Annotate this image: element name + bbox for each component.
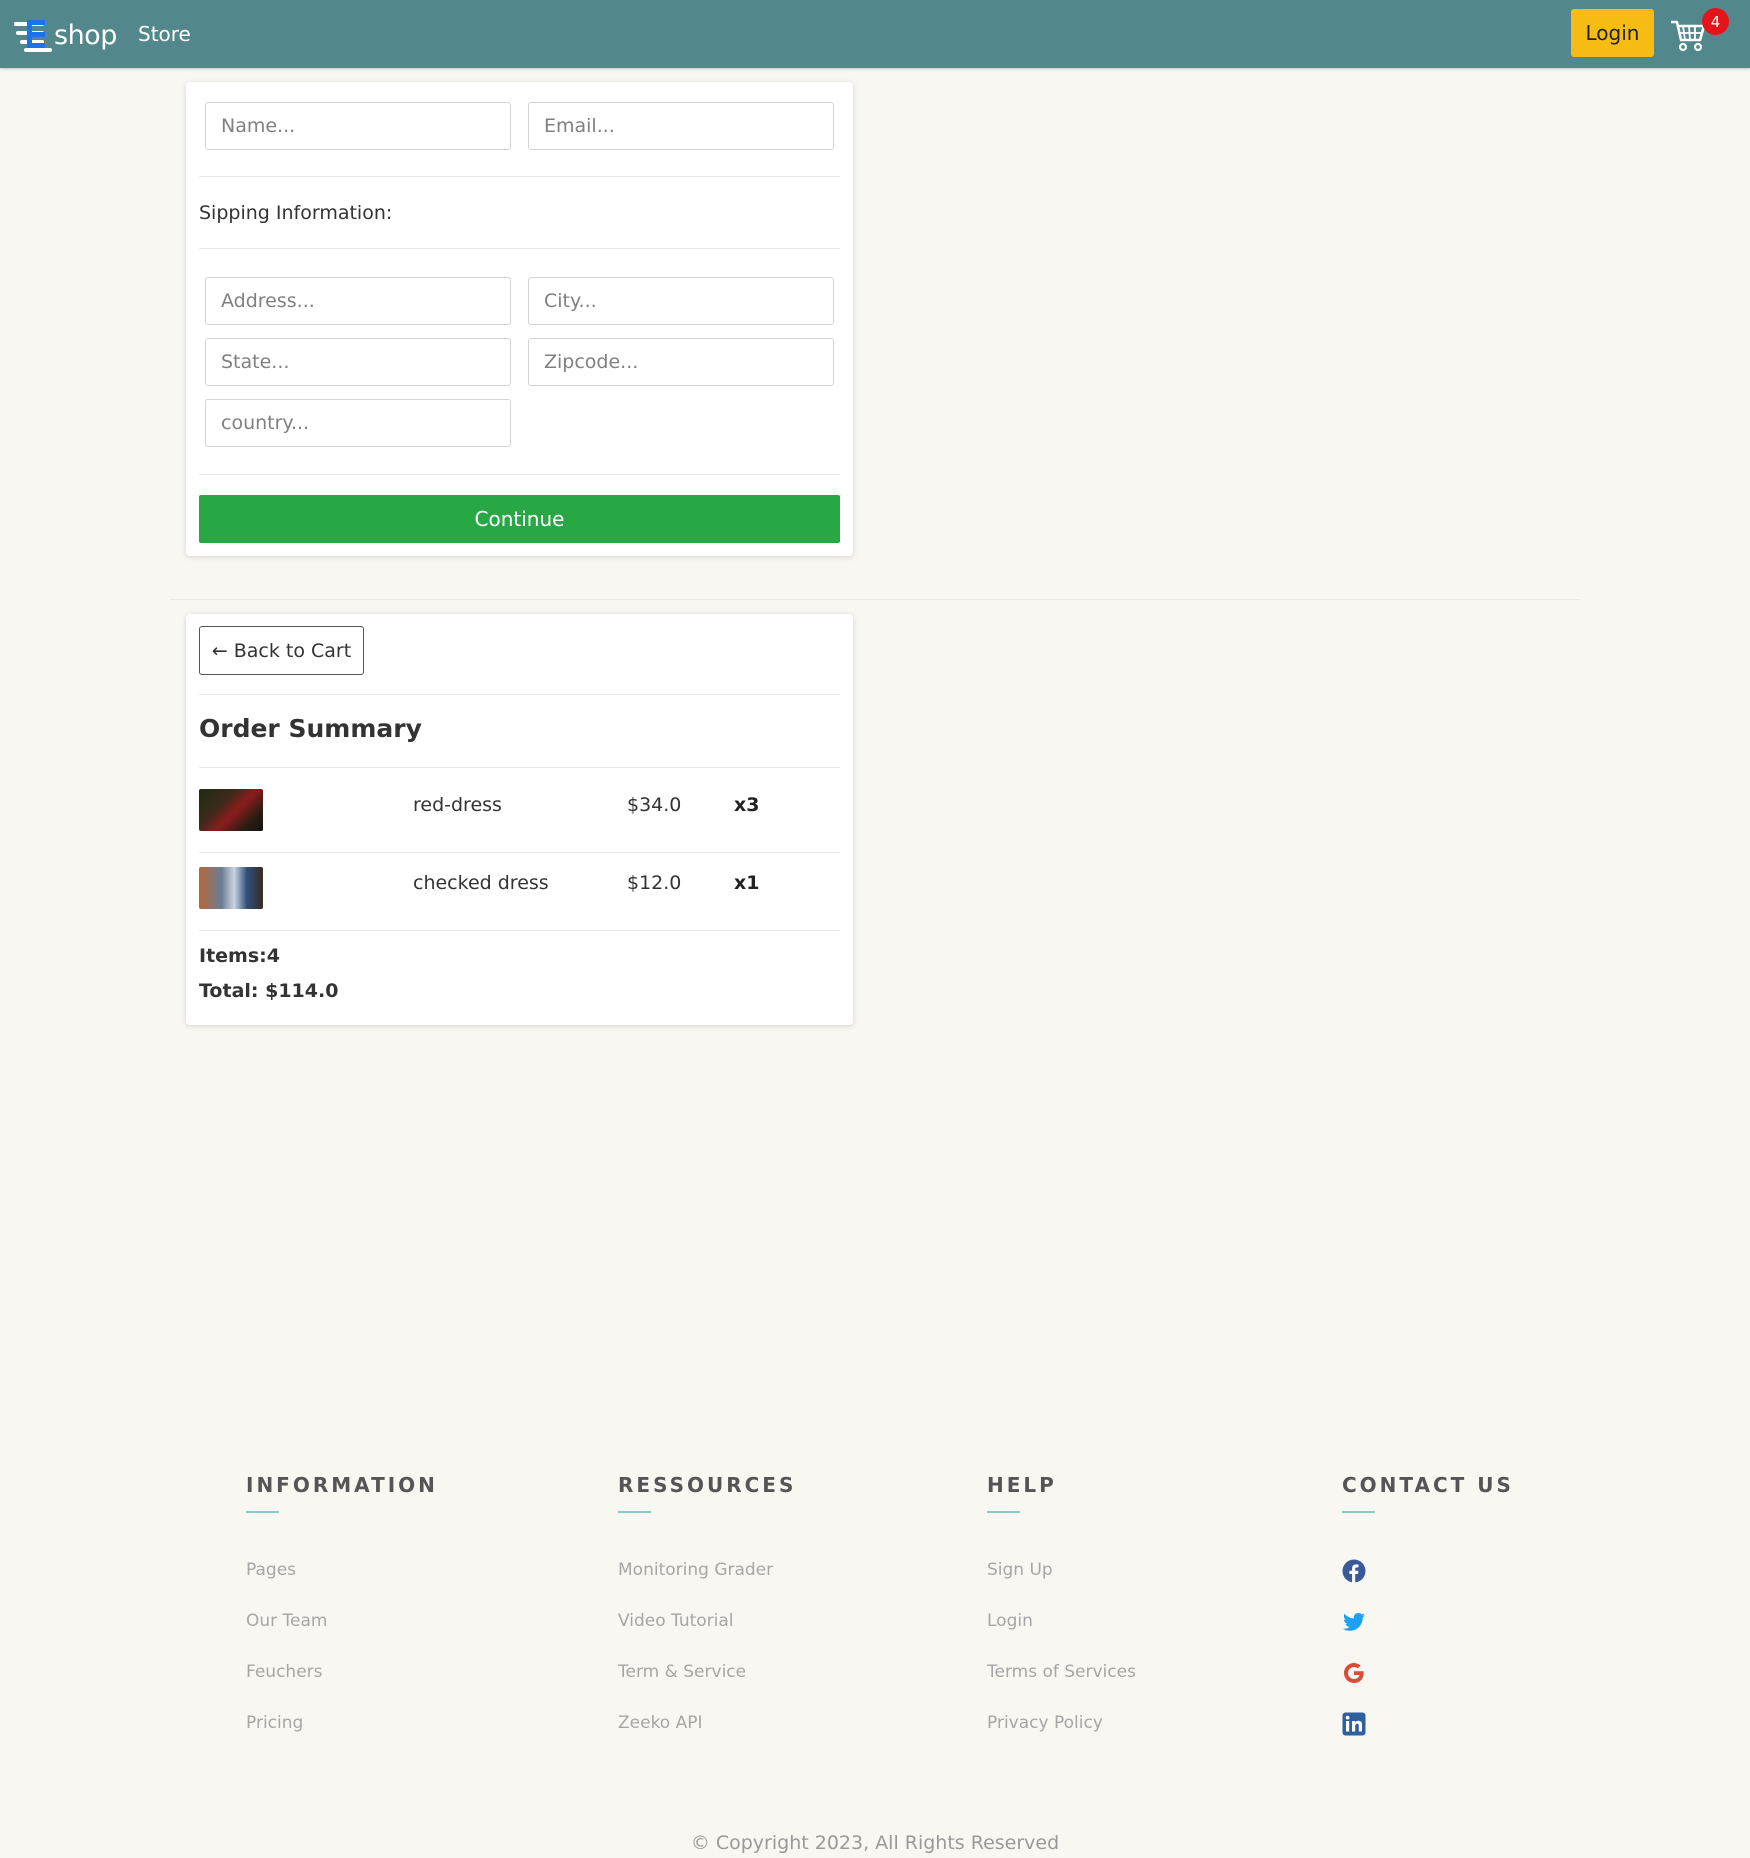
summary-divider	[199, 852, 840, 853]
footer-link-feuchers[interactable]: Feuchers	[246, 1662, 323, 1682]
summary-divider	[199, 930, 840, 931]
city-input[interactable]	[528, 277, 834, 325]
heading-underline	[246, 1511, 279, 1513]
state-input[interactable]	[205, 338, 511, 386]
brand-name: shop	[54, 19, 117, 51]
product-quantity: x1	[734, 872, 760, 894]
product-quantity: x3	[734, 794, 760, 816]
footer-link-terms-of-services[interactable]: Terms of Services	[987, 1662, 1136, 1682]
footer-link-pages[interactable]: Pages	[246, 1560, 296, 1580]
country-input[interactable]	[205, 399, 511, 447]
checkout-form-card: Sipping Information: Continue	[186, 82, 853, 556]
product-price: $34.0	[627, 794, 682, 816]
linkedin-icon[interactable]	[1342, 1712, 1366, 1736]
footer-link-monitoring-grader[interactable]: Monitoring Grader	[618, 1560, 773, 1580]
items-count: Items:4	[199, 945, 280, 967]
order-total: Total: $114.0	[199, 980, 339, 1002]
email-input[interactable]	[528, 102, 834, 150]
zipcode-input[interactable]	[528, 338, 834, 386]
footer-link-video-tutorial[interactable]: Video Tutorial	[618, 1611, 734, 1631]
footer-link-sign-up[interactable]: Sign Up	[987, 1560, 1053, 1580]
footer-link-our-team[interactable]: Our Team	[246, 1611, 327, 1631]
eshop-logo-icon	[14, 18, 52, 52]
product-name: red-dress	[413, 794, 502, 816]
google-icon[interactable]	[1342, 1661, 1366, 1685]
form-divider	[199, 474, 840, 475]
navbar: shop Store Login 4	[0, 0, 1750, 68]
cart-count-badge: 4	[1702, 8, 1729, 35]
heading-underline	[987, 1511, 1020, 1513]
heading-underline	[618, 1511, 651, 1513]
summary-divider	[199, 767, 840, 768]
footer-link-pricing[interactable]: Pricing	[246, 1713, 303, 1733]
cart-icon[interactable]	[1670, 18, 1706, 52]
back-to-cart-button[interactable]: ← Back to Cart	[199, 626, 364, 675]
footer-heading-ressources: RESSOURCES	[618, 1473, 797, 1497]
nav-store-link[interactable]: Store	[138, 22, 191, 46]
footer-heading-contact-us: CONTACT US	[1342, 1473, 1514, 1497]
summary-divider	[199, 694, 840, 695]
name-input[interactable]	[205, 102, 511, 150]
facebook-icon[interactable]	[1342, 1559, 1366, 1583]
order-summary-title: Order Summary	[199, 714, 422, 743]
footer-heading-help: HELP	[987, 1473, 1057, 1497]
order-summary-card: ← Back to Cart Order Summary red-dress $…	[186, 614, 853, 1025]
address-input[interactable]	[205, 277, 511, 325]
brand-logo[interactable]: shop	[14, 16, 117, 54]
product-price: $12.0	[627, 872, 682, 894]
copyright-text: © Copyright 2023, All Rights Reserved	[690, 1832, 1060, 1854]
product-name: checked dress	[413, 872, 549, 894]
section-divider	[170, 599, 1580, 600]
twitter-icon[interactable]	[1342, 1610, 1366, 1634]
shipping-info-label: Sipping Information:	[199, 202, 393, 224]
login-button[interactable]: Login	[1571, 9, 1654, 57]
product-thumbnail	[199, 867, 263, 909]
continue-button[interactable]: Continue	[199, 495, 840, 543]
form-divider	[199, 248, 840, 249]
footer-link-privacy-policy[interactable]: Privacy Policy	[987, 1713, 1103, 1733]
footer-link-login[interactable]: Login	[987, 1611, 1033, 1631]
footer-link-zeeko-api[interactable]: Zeeko API	[618, 1713, 703, 1733]
footer-heading-information: INFORMATION	[246, 1473, 438, 1497]
footer-link-term-service[interactable]: Term & Service	[618, 1662, 746, 1682]
form-divider	[199, 176, 840, 177]
product-thumbnail	[199, 789, 263, 831]
heading-underline	[1342, 1511, 1375, 1513]
